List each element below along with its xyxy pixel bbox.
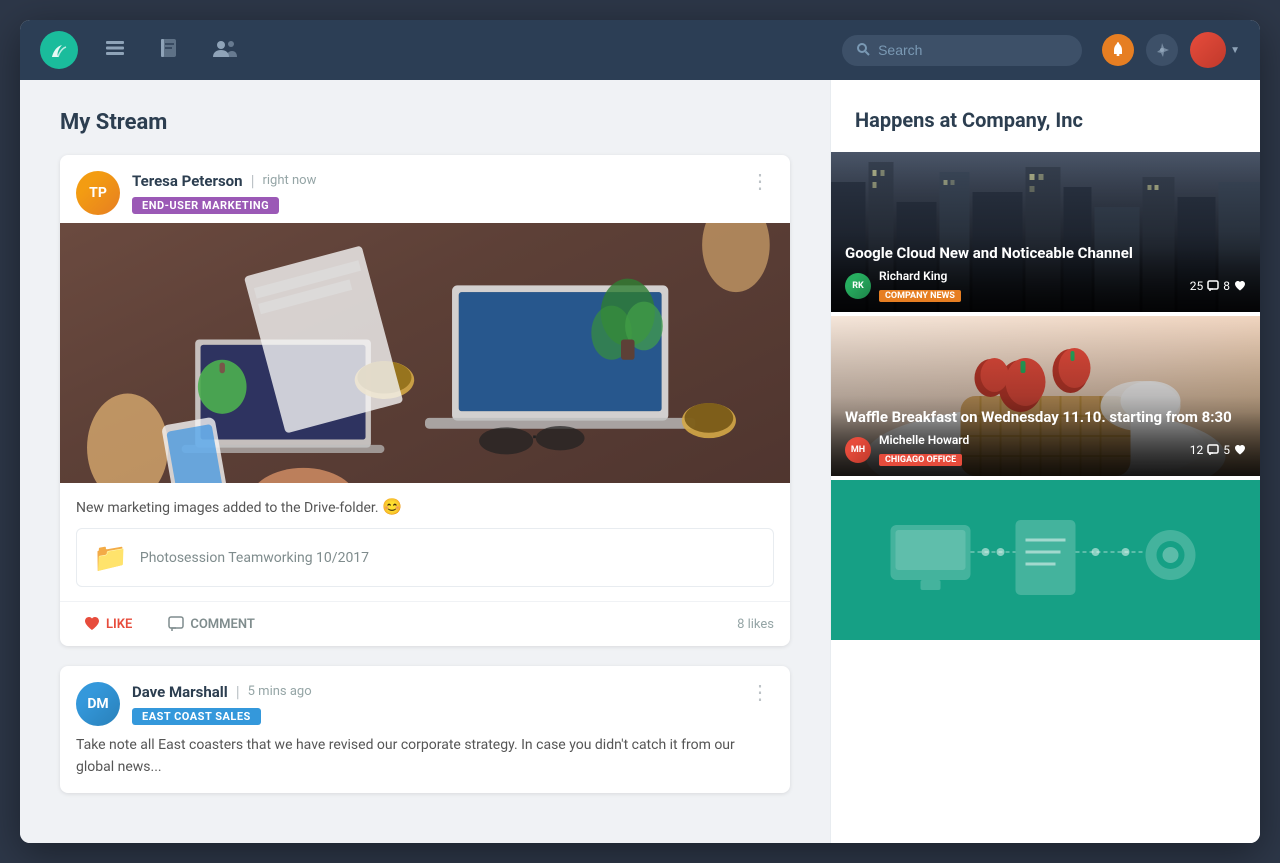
folder-icon: 📁	[93, 541, 128, 574]
like-button[interactable]: LIKE	[76, 612, 140, 636]
post-header: TP Teresa Peterson | right now END-USER …	[60, 155, 790, 223]
post-author-line-2: Dave Marshall | 5 mins ago	[132, 682, 734, 701]
news-card-content-1: Google Cloud New and Noticeable Channel …	[831, 234, 1260, 313]
post-tag: END-USER MARKETING	[132, 197, 279, 214]
search-icon	[856, 41, 870, 60]
more-options-button-2[interactable]: ⋮	[746, 682, 774, 702]
post-meta: Teresa Peterson | right now END-USER MAR…	[132, 171, 734, 214]
search-input[interactable]	[878, 42, 1068, 58]
app-window: ▼ My Stream TP Teresa Peterson | righ	[20, 20, 1260, 843]
app-logo[interactable]	[40, 31, 78, 69]
search-bar[interactable]	[842, 35, 1082, 66]
user-avatar	[1190, 32, 1226, 68]
post-body: New marketing images added to the Drive-…	[60, 483, 790, 601]
news-tag-1: COMPANY NEWS	[879, 290, 961, 302]
post-meta-2: Dave Marshall | 5 mins ago EAST COAST SA…	[132, 682, 734, 725]
avatar-initials: TP	[89, 185, 107, 201]
avatar-initials-2: DM	[87, 696, 108, 712]
layers-icon[interactable]	[98, 31, 132, 70]
news-stats-1: 25 8	[1190, 279, 1246, 293]
post-author-line: Teresa Peterson | right now	[132, 171, 734, 190]
news-stats-2: 12 5	[1190, 443, 1246, 457]
comment-button[interactable]: COMMENT	[160, 612, 263, 636]
news-card-title-1: Google Cloud New and Noticeable Channel	[845, 244, 1246, 264]
news-card-meta-2: MH Michelle Howard CHIGAGO OFFICE 12	[845, 433, 1246, 466]
right-panel: Happens at Company, Inc	[830, 80, 1260, 843]
main-content: My Stream TP Teresa Peterson | right now…	[20, 80, 1260, 843]
news-card-1[interactable]: Google Cloud New and Noticeable Channel …	[831, 152, 1260, 312]
news-author-avatar-2: MH	[845, 437, 871, 463]
more-options-button[interactable]: ⋮	[746, 171, 774, 191]
post-text-2: Take note all East coasters that we have…	[60, 734, 790, 793]
post-actions: LIKE COMMENT 8 likes	[60, 601, 790, 646]
post-image	[60, 223, 790, 483]
right-panel-title: Happens at Company, Inc	[831, 80, 1260, 152]
notifications-button[interactable]	[1102, 34, 1134, 66]
rocket-button[interactable]	[1146, 34, 1178, 66]
user-menu[interactable]: ▼	[1190, 32, 1240, 68]
folder-name: Photosession Teamworking 10/2017	[140, 550, 369, 566]
top-nav: ▼	[20, 20, 1260, 80]
author-avatar-2: DM	[76, 682, 120, 726]
post-time-2: 5 mins ago	[248, 684, 312, 699]
news-author-name-1: Richard King	[879, 269, 1182, 283]
news-card-title-2: Waffle Breakfast on Wednesday 11.10. sta…	[845, 408, 1246, 428]
dropdown-arrow-icon: ▼	[1230, 45, 1240, 56]
people-icon[interactable]	[206, 31, 244, 70]
author-avatar: TP	[76, 171, 120, 215]
author-name-2: Dave Marshall	[132, 683, 228, 701]
news-tag-2: CHIGAGO OFFICE	[879, 454, 962, 466]
news-card-2[interactable]: Waffle Breakfast on Wednesday 11.10. sta…	[831, 316, 1260, 476]
post-card: TP Teresa Peterson | right now END-USER …	[60, 155, 790, 646]
post-tag-2: EAST COAST SALES	[132, 708, 261, 725]
post-header-2: DM Dave Marshall | 5 mins ago EAST COAST…	[60, 666, 790, 734]
like-count: 8 likes	[737, 617, 774, 632]
post-caption: New marketing images added to the Drive-…	[76, 497, 774, 516]
stream-title: My Stream	[60, 110, 790, 135]
post-time: right now	[262, 173, 316, 188]
news-author-avatar-1: RK	[845, 273, 871, 299]
post-card-2: DM Dave Marshall | 5 mins ago EAST COAST…	[60, 666, 790, 793]
stream-panel: My Stream TP Teresa Peterson | right now…	[20, 80, 830, 843]
nav-actions: ▼	[1102, 32, 1240, 68]
folder-attachment[interactable]: 📁 Photosession Teamworking 10/2017	[76, 528, 774, 587]
author-name: Teresa Peterson	[132, 172, 243, 190]
news-author-name-2: Michelle Howard	[879, 433, 1182, 447]
news-card-meta-1: RK Richard King COMPANY NEWS 25	[845, 269, 1246, 302]
news-card-content-2: Waffle Breakfast on Wednesday 11.10. sta…	[831, 398, 1260, 477]
news-card-3[interactable]	[831, 480, 1260, 640]
book-icon[interactable]	[152, 31, 186, 70]
